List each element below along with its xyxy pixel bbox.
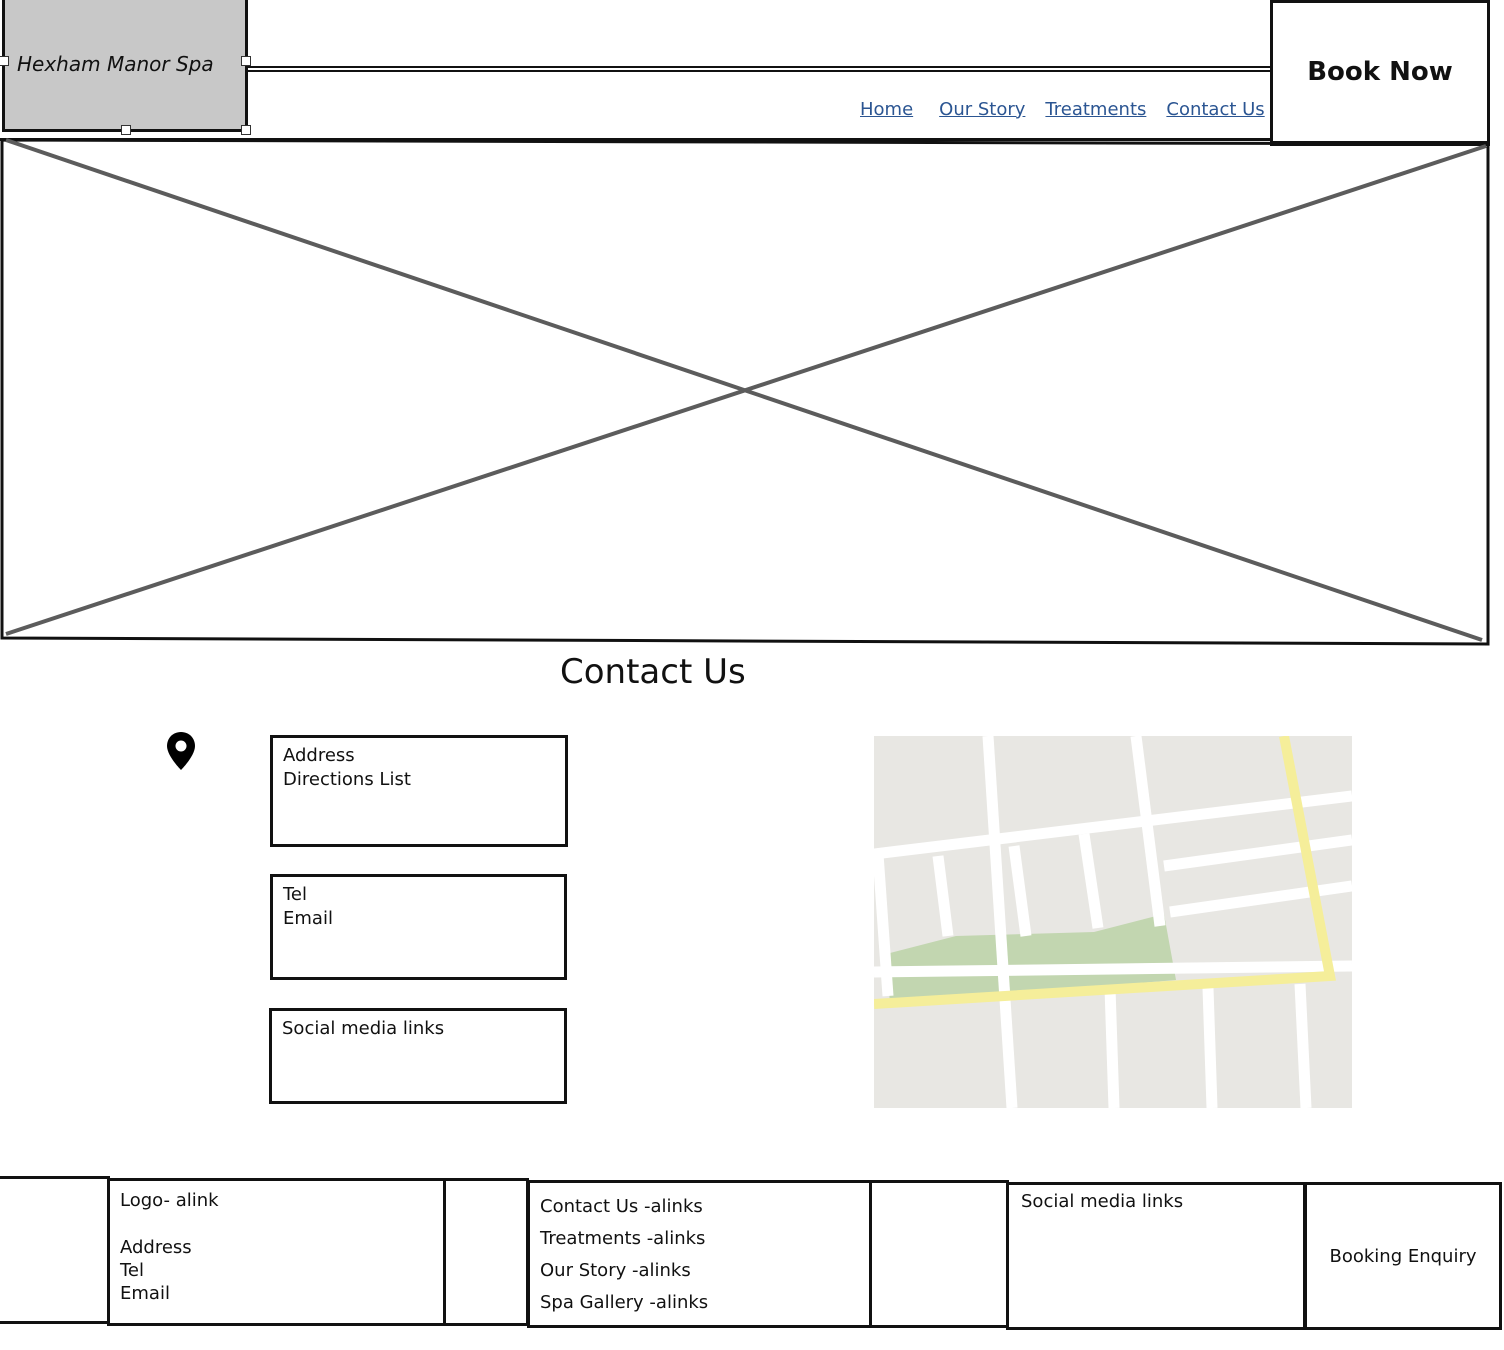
location-map[interactable] — [874, 736, 1352, 1108]
main-nav: Home Our Story Treatments Contact Us — [840, 94, 1265, 124]
resize-handle — [0, 56, 9, 66]
resize-handle — [241, 125, 251, 135]
booking-enquiry-button[interactable]: Booking Enquiry — [1304, 1182, 1502, 1330]
footer-logo-link[interactable]: Logo- alink — [120, 1190, 219, 1211]
site-footer: Logo- alink Address Tel Email Contact Us… — [0, 1176, 1504, 1330]
header-divider — [248, 66, 1272, 72]
email-label: Email — [283, 908, 333, 929]
footer-link-spa-gallery[interactable]: Spa Gallery -alinks — [540, 1292, 708, 1313]
social-links-label: Social media links — [282, 1018, 445, 1039]
page-title: Contact Us — [560, 652, 746, 692]
footer-social-links[interactable]: Social media links — [1006, 1182, 1306, 1330]
map-pin-icon — [164, 730, 198, 772]
social-links-box[interactable]: Social media links — [269, 1008, 567, 1104]
logo-text: Hexham Manor Spa — [17, 52, 214, 76]
tel-label: Tel — [283, 884, 308, 905]
footer-spacer — [0, 1176, 110, 1324]
resize-handle — [121, 125, 131, 135]
nav-link-home[interactable]: Home — [860, 99, 913, 120]
directions-list-label: Directions List — [283, 769, 411, 790]
footer-email: Email — [120, 1283, 170, 1304]
booking-enquiry-label: Booking Enquiry — [1329, 1245, 1477, 1267]
site-logo[interactable]: Hexham Manor Spa — [0, 0, 251, 135]
footer-link-treatments[interactable]: Treatments -alinks — [540, 1228, 705, 1249]
footer-spacer — [443, 1178, 529, 1326]
footer-links-column: Contact Us -alinks Treatments -alinks Ou… — [527, 1180, 872, 1328]
address-label: Address — [283, 745, 355, 766]
nav-link-contact-us[interactable]: Contact Us — [1166, 99, 1264, 120]
book-now-button[interactable]: Book Now — [1270, 0, 1490, 146]
footer-address: Address — [120, 1237, 192, 1258]
footer-link-our-story[interactable]: Our Story -alinks — [540, 1260, 691, 1281]
nav-link-our-story[interactable]: Our Story — [939, 99, 1025, 120]
footer-tel: Tel — [120, 1260, 145, 1281]
footer-link-contact-us[interactable]: Contact Us -alinks — [540, 1196, 703, 1217]
footer-social-label: Social media links — [1021, 1191, 1184, 1212]
footer-contact-column: Logo- alink Address Tel Email — [107, 1178, 446, 1326]
footer-spacer — [869, 1180, 1009, 1328]
address-box: Address Directions List — [270, 735, 568, 847]
resize-handle — [241, 56, 251, 66]
hero-image-placeholder — [0, 138, 1490, 646]
nav-link-treatments[interactable]: Treatments — [1045, 99, 1146, 120]
contact-details-box: Tel Email — [270, 874, 567, 980]
